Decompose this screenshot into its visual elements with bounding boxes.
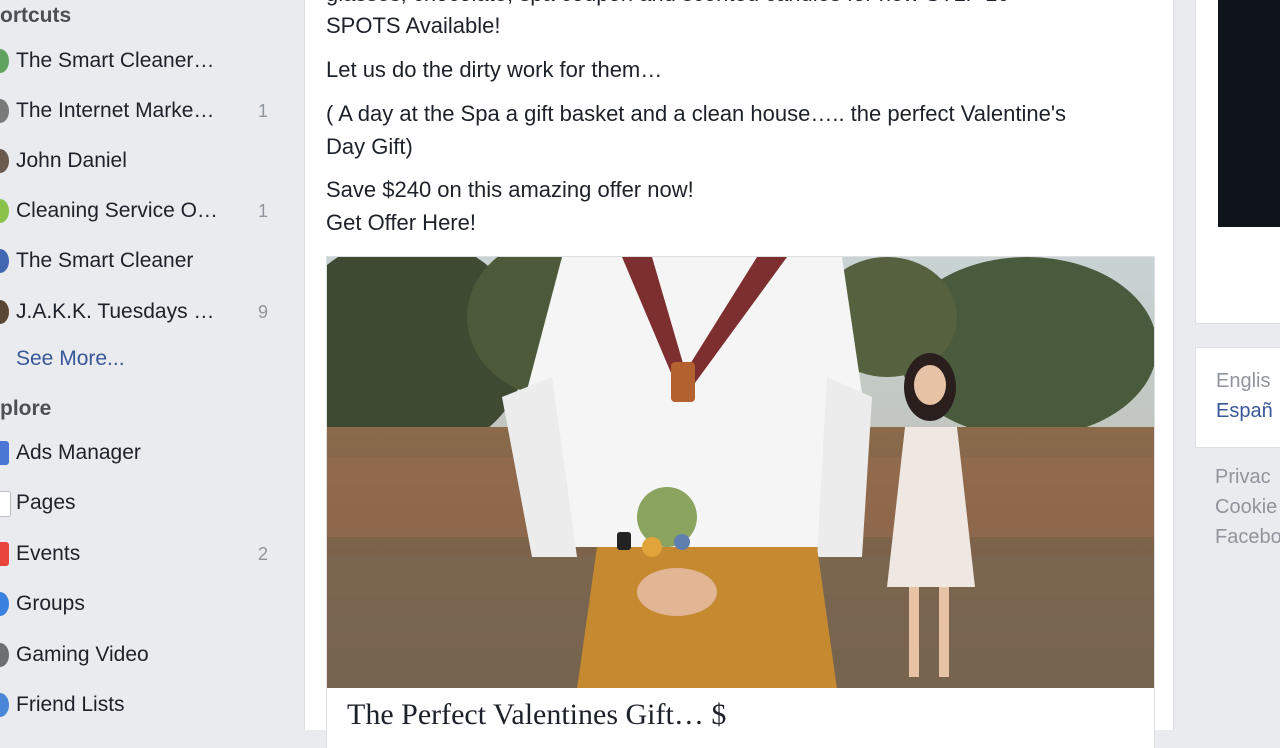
explore-item-pages[interactable]: Pages — [0, 483, 290, 525]
ads-manager-icon — [0, 441, 9, 465]
post-text-line: SPOTS Available! — [326, 13, 501, 38]
shortcut-item-smart-cleaner-group[interactable]: The Smart Cleaner… — [0, 41, 290, 83]
pages-flag-icon — [0, 491, 11, 517]
explore-label: Friend Lists — [16, 693, 125, 716]
post-text-line: Let us do the dirty work for them… — [326, 57, 663, 82]
footer-cookies-link[interactable]: Cookie — [1215, 496, 1277, 519]
shortcut-label: The Smart Cleaner — [16, 249, 194, 272]
shortcut-label: John Daniel — [16, 149, 127, 172]
shortcut-label: Cleaning Service O… — [16, 199, 218, 222]
feed-post: glasses, chocolate, spa coupon and scent… — [304, 0, 1174, 748]
shortcut-label: J.A.K.K. Tuesdays … — [16, 300, 215, 323]
explore-item-friend-lists[interactable]: Friend Lists — [0, 685, 290, 727]
explore-count: 2 — [258, 544, 269, 564]
language-card: Englis Españ — [1195, 347, 1280, 448]
avatar-icon — [0, 149, 9, 173]
shortcuts-heading: ortcuts — [0, 4, 72, 27]
friend-lists-icon — [0, 693, 9, 717]
calendar-icon — [0, 542, 9, 566]
footer-facebook-link[interactable]: Facebo — [1215, 526, 1280, 549]
group-icon — [0, 199, 9, 223]
explore-label: Events — [16, 542, 81, 565]
gaming-video-icon — [0, 643, 9, 667]
explore-item-groups[interactable]: Groups — [0, 584, 290, 626]
shortcut-count: 9 — [258, 302, 269, 322]
get-offer-link[interactable]: Get Offer Here! — [326, 206, 476, 239]
page-icon — [0, 249, 9, 273]
shortcut-count: 1 — [258, 201, 269, 221]
link-title-text: The Perfect Valentines Gift… $ — [347, 698, 727, 731]
explore-label: Ads Manager — [16, 441, 141, 464]
shortcut-item-cleaning-service[interactable]: Cleaning Service O… 1 — [0, 191, 290, 233]
explore-label: Groups — [16, 592, 85, 615]
explore-heading: plore — [0, 397, 52, 420]
explore-item-gaming-video[interactable]: Gaming Video — [0, 635, 290, 677]
shortcut-count: 1 — [258, 101, 269, 121]
explore-item-ads-manager[interactable]: Ads Manager — [0, 433, 290, 475]
post-text-line: Save $240 on this amazing offer now! — [326, 177, 694, 202]
current-language: Englis — [1216, 370, 1271, 392]
explore-label: Gaming Video — [16, 643, 149, 666]
left-sidebar: ortcuts The Smart Cleaner… The Internet … — [0, 0, 304, 720]
explore-item-events[interactable]: Events 2 — [0, 534, 290, 576]
right-rail-video-card[interactable] — [1195, 0, 1280, 324]
post-text-line: Day Gift) — [326, 134, 413, 159]
shortcut-label: The Internet Marke… — [16, 99, 215, 122]
post-text-line: ( A day at the Spa a gift basket and a c… — [326, 101, 1067, 126]
shortcut-item-internet-marketing[interactable]: The Internet Marke… 1 — [0, 91, 290, 133]
shortcut-item-john-daniel[interactable]: John Daniel — [0, 141, 290, 183]
shortcut-label: The Smart Cleaner… — [16, 49, 215, 72]
link-preview-title[interactable]: The Perfect Valentines Gift… $ — [326, 688, 1155, 748]
group-icon — [0, 99, 9, 123]
video-thumbnail[interactable] — [1218, 0, 1280, 227]
group-icon — [0, 49, 9, 73]
see-more-link[interactable]: See More... — [16, 347, 125, 371]
valentine-photo-illustration — [327, 257, 1154, 689]
shortcut-item-jakk-tuesdays[interactable]: J.A.K.K. Tuesdays … 9 — [0, 292, 290, 334]
shortcut-item-smart-cleaner-page[interactable]: The Smart Cleaner — [0, 241, 290, 283]
groups-icon — [0, 592, 9, 616]
language-option-espanol[interactable]: Españ — [1216, 400, 1273, 423]
post-link-image[interactable] — [326, 256, 1155, 690]
explore-label: Pages — [16, 491, 76, 514]
group-icon — [0, 300, 9, 324]
footer-privacy-link[interactable]: Privac — [1215, 466, 1271, 489]
